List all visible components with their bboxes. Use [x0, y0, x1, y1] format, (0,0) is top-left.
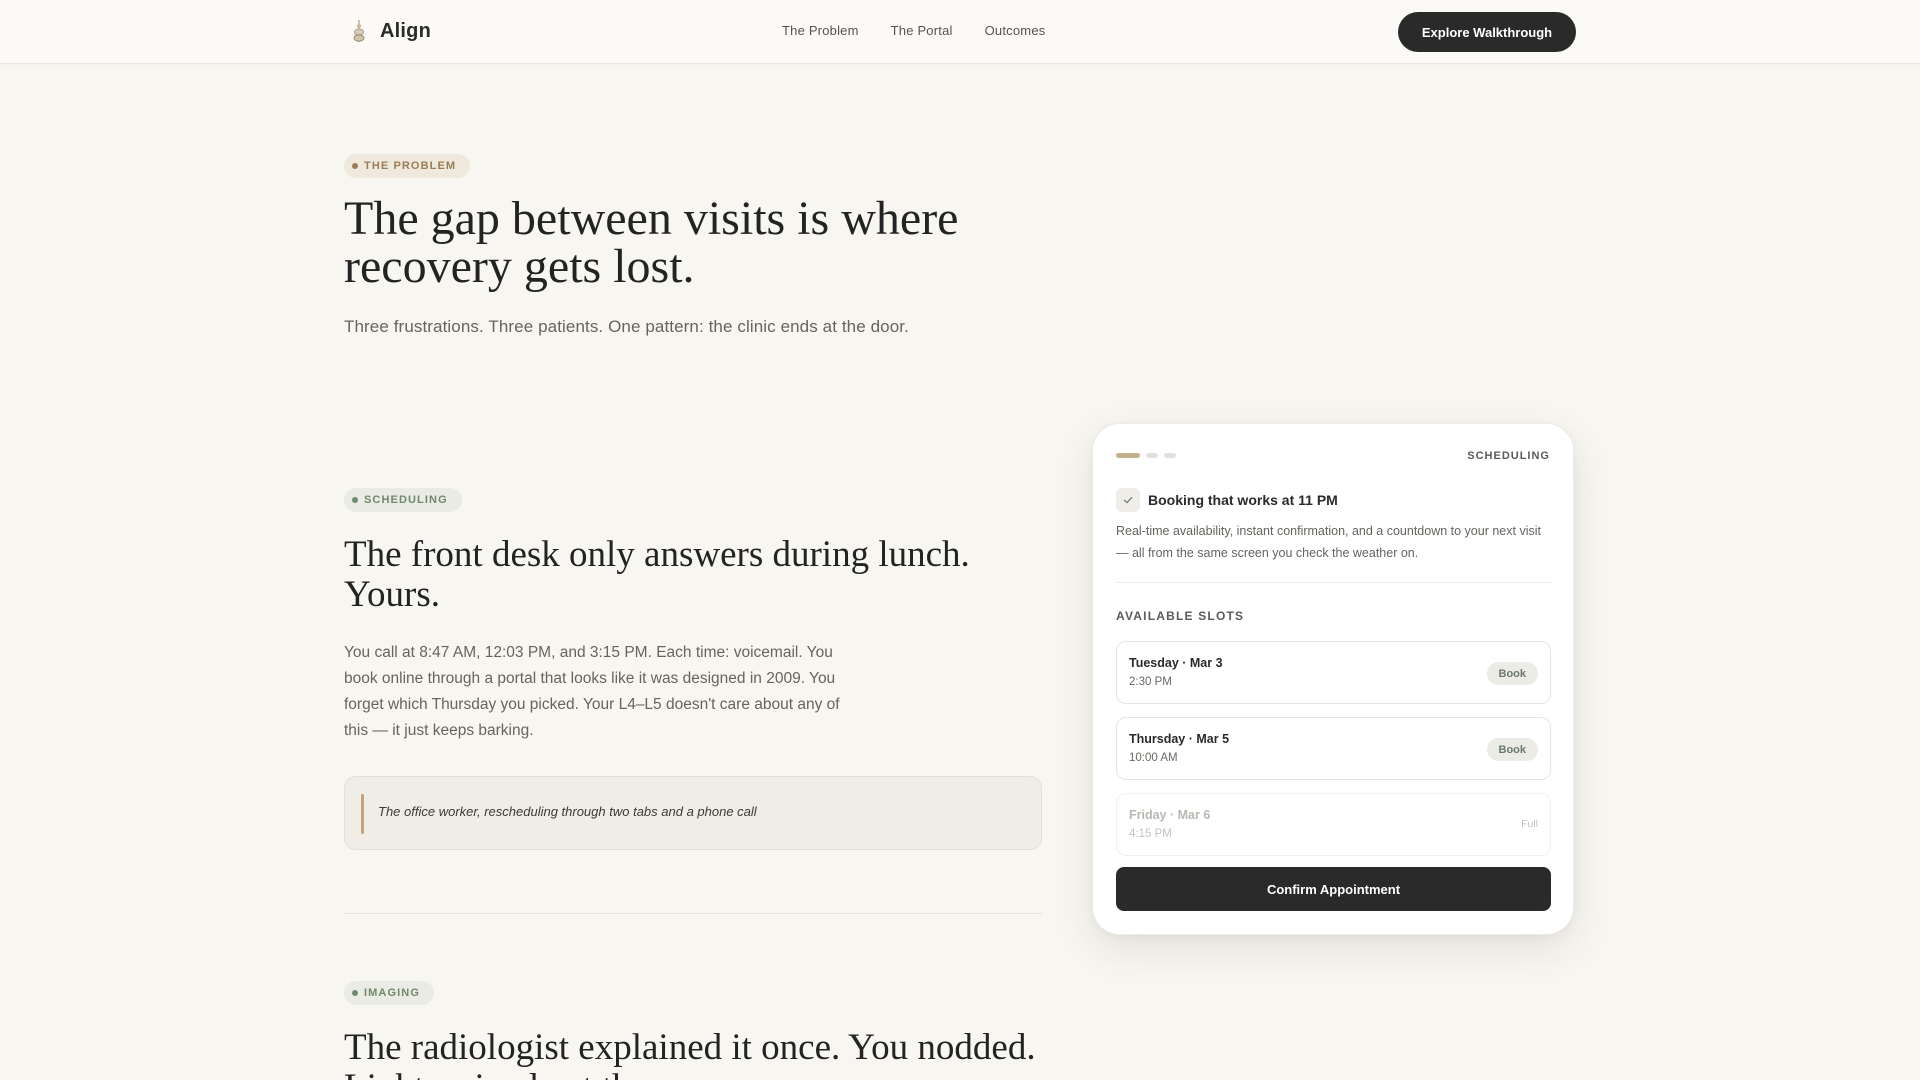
quote-accent-bar [361, 794, 364, 834]
hero-title: The gap between visits is where recovery… [344, 192, 959, 293]
quote-text: The office worker, rescheduling through … [378, 804, 757, 819]
problem-pill: THE PROBLEM [344, 154, 471, 178]
slot-item[interactable]: Thursday · Mar 5 10:00 AM Book [1116, 717, 1551, 780]
card-divider [1116, 582, 1551, 583]
scheduling-title: The front desk only answers during lunch… [344, 534, 970, 615]
top-navbar: Align The Problem The Portal Outcomes Ex… [0, 0, 1920, 64]
pill-label: THE PROBLEM [364, 160, 457, 172]
imaging-title: The radiologist explained it once. You n… [344, 1027, 1036, 1080]
pill-dot [352, 497, 358, 503]
progress-step [1164, 453, 1176, 458]
scheduling-pill: SCHEDULING [344, 488, 462, 512]
available-slots-label: AVAILABLE SLOTS [1116, 609, 1245, 623]
slot-time: 4:15 PM [1129, 828, 1172, 840]
brand-name: Align [380, 19, 431, 42]
spine-logo-icon [353, 20, 365, 42]
slot-full-status: Full [1521, 818, 1538, 830]
explore-walkthrough-button[interactable]: Explore Walkthrough [1398, 12, 1576, 52]
check-icon [1116, 488, 1140, 512]
pill-dot [352, 990, 358, 996]
pill-label: IMAGING [364, 987, 420, 999]
nav-link-the-problem[interactable]: The Problem [782, 23, 859, 38]
confirm-appointment-button[interactable]: Confirm Appointment [1116, 867, 1551, 911]
nav-links: The Problem The Portal Outcomes [782, 23, 1045, 38]
slot-time: 10:00 AM [1129, 752, 1178, 764]
pill-dot [352, 163, 358, 169]
book-button[interactable]: Book [1486, 662, 1538, 685]
slot-item-full: Friday · Mar 6 4:15 PM Full [1116, 793, 1551, 856]
scheduling-card: SCHEDULING Booking that works at 11 PM R… [1092, 423, 1574, 935]
feature-title: Booking that works at 11 PM [1148, 492, 1338, 508]
slot-item[interactable]: Tuesday · Mar 3 2:30 PM Book [1116, 641, 1551, 704]
nav-link-outcomes[interactable]: Outcomes [985, 23, 1046, 38]
step-progress [1116, 453, 1176, 458]
slot-day: Tuesday · Mar 3 [1129, 656, 1223, 670]
brand[interactable]: Align [350, 19, 431, 43]
card-label: SCHEDULING [1467, 450, 1550, 462]
section-divider [344, 913, 1042, 914]
page: Align The Problem The Portal Outcomes Ex… [0, 0, 1920, 1080]
feature-description: Real-time availability, instant confirma… [1116, 524, 1541, 560]
patient-quote: The office worker, rescheduling through … [344, 776, 1042, 850]
slot-day: Friday · Mar 6 [1129, 808, 1211, 822]
pill-label: SCHEDULING [364, 494, 448, 506]
slot-day: Thursday · Mar 5 [1129, 732, 1230, 746]
book-button[interactable]: Book [1486, 738, 1538, 761]
nav-link-the-portal[interactable]: The Portal [891, 23, 953, 38]
progress-step-active [1116, 453, 1140, 458]
scheduling-body: You call at 8:47 AM, 12:03 PM, and 3:15 … [344, 644, 840, 739]
imaging-pill: IMAGING [344, 981, 434, 1005]
slot-time: 2:30 PM [1129, 676, 1172, 688]
progress-step [1146, 453, 1158, 458]
hero-subtitle: Three frustrations. Three patients. One … [344, 317, 909, 336]
